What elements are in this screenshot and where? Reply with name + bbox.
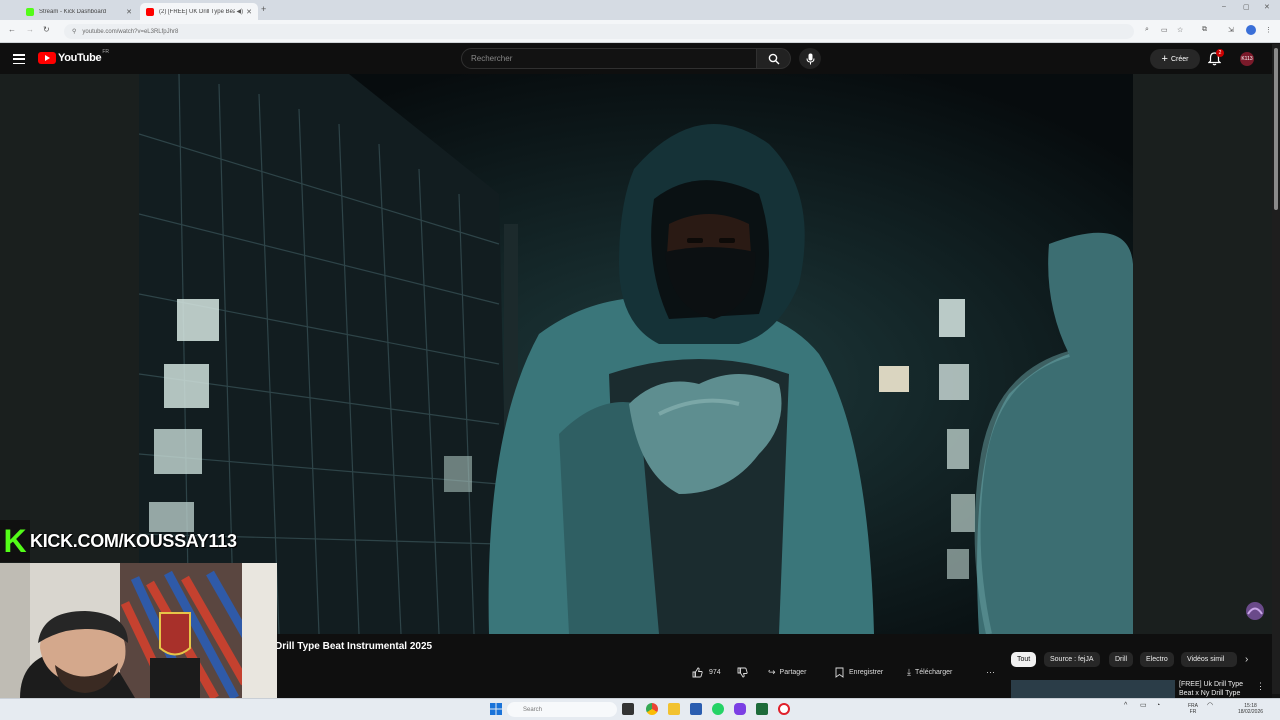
chrome-icon[interactable]	[646, 703, 658, 715]
youtube-wordmark: YouTube	[58, 52, 102, 64]
whatsapp-icon[interactable]	[712, 703, 724, 715]
app-icon[interactable]	[690, 703, 702, 715]
minimize-button[interactable]: –	[1222, 3, 1226, 10]
search-icon	[768, 53, 779, 64]
tray-app-icon[interactable]: ◔	[1156, 702, 1160, 709]
more-actions-button[interactable]: ···	[986, 664, 995, 680]
youtube-header: YouTube FR Rechercher + Créer 2 K113	[0, 44, 1272, 74]
plus-icon: +	[1161, 53, 1168, 65]
webcam-feed-image	[0, 563, 277, 698]
close-window-button[interactable]: ✕	[1264, 3, 1270, 11]
recommended-video-thumbnail[interactable]	[1011, 680, 1175, 698]
save-button[interactable]: Enregistrer	[834, 664, 883, 680]
download-icon: ⤓	[907, 666, 911, 677]
chip-tout[interactable]: Tout	[1011, 652, 1037, 667]
kick-favicon-icon	[26, 7, 34, 16]
chip-source[interactable]: Source : fejJA	[1044, 652, 1100, 667]
address-bar[interactable]: ⚲ youtube.com/watch?v=eL3RLfpJhr8	[64, 24, 1134, 39]
video-player[interactable]	[139, 74, 1133, 634]
video-frame-image	[139, 74, 1133, 634]
opera-icon[interactable]	[778, 703, 790, 715]
tab-title: Stream - Kick Dashboard	[39, 8, 107, 15]
kick-stream-banner: K KICK.COM/KOUSSAY113	[0, 520, 272, 562]
bookmark-star-icon[interactable]: ☆	[1177, 26, 1183, 34]
clock-date: 18/02/2026	[1238, 709, 1264, 715]
recommended-video-title[interactable]: [FREE] Uk Drill Type Beat x Ny Drill Typ…	[1179, 680, 1254, 698]
youtube-play-logo-icon	[38, 52, 56, 64]
extensions-icon[interactable]: ⧉	[1202, 26, 1207, 34]
windows-taskbar: Search ^ ▭ ◔ FRA FR ◠ 15:18 18/02/2026	[0, 698, 1280, 720]
tray-chevron-icon[interactable]: ^	[1124, 702, 1127, 709]
taskbar-search-placeholder: Search	[523, 706, 543, 713]
forward-icon[interactable]: →	[26, 25, 34, 34]
video-title: Drill Type Beat Instrumental 2025	[275, 641, 433, 652]
back-icon[interactable]: ←	[8, 25, 16, 34]
account-avatar[interactable]: K113	[1240, 52, 1254, 66]
browser-profile-avatar[interactable]	[1246, 25, 1256, 35]
save-playlist-icon	[835, 667, 844, 678]
language-indicator[interactable]: FRA FR	[1188, 703, 1198, 715]
taskbar-search-input[interactable]: Search	[507, 702, 617, 717]
browser-menu-icon[interactable]: ⋮	[1265, 26, 1272, 34]
create-button[interactable]: + Créer	[1150, 49, 1200, 69]
app-icon[interactable]	[756, 703, 768, 715]
country-code: FR	[102, 49, 109, 55]
download-indicator-icon[interactable]: ⇲	[1228, 26, 1234, 34]
kick-channel-url: KICK.COM/KOUSSAY113	[30, 530, 237, 551]
browser-toolbar: ← → ↻ ⚲ youtube.com/watch?v=eL3RLfpJhr8 …	[0, 20, 1280, 43]
menu-icon[interactable]	[13, 54, 25, 65]
language-sub: FR	[1189, 709, 1197, 715]
new-tab-button[interactable]: +	[261, 4, 266, 14]
cast-icon[interactable]: ▭	[1161, 26, 1168, 34]
clock[interactable]: 15:18 18/02/2026	[1238, 703, 1263, 715]
chip-electro[interactable]: Electro	[1140, 652, 1174, 667]
thumbs-up-icon	[692, 667, 703, 677]
like-count: 974	[709, 668, 721, 676]
site-info-icon[interactable]: ⚲	[72, 28, 76, 35]
search-placeholder: Rechercher	[471, 54, 513, 63]
windows-start-icon[interactable]	[490, 703, 502, 715]
search-button[interactable]	[757, 48, 791, 69]
share-label: Partager	[779, 668, 807, 676]
scrollbar-thumb[interactable]	[1274, 48, 1278, 210]
microphone-icon	[806, 53, 814, 64]
streamer-webcam	[0, 563, 277, 698]
chip-similar-videos[interactable]: Vidéos simil	[1181, 652, 1237, 667]
tab-title: (2) [FREE] UK Drill Type Bea	[159, 8, 235, 15]
download-button[interactable]: ⤓ Télécharger	[907, 664, 952, 680]
maximize-button[interactable]: ▢	[1243, 3, 1250, 11]
task-view-icon[interactable]	[622, 703, 634, 715]
wifi-icon[interactable]: ◠	[1207, 702, 1213, 709]
recommended-more-icon[interactable]: ⋮	[1256, 681, 1265, 692]
dislike-button[interactable]	[737, 664, 748, 680]
like-button[interactable]: 974	[692, 664, 721, 680]
thumbs-down-icon	[737, 667, 748, 677]
file-explorer-icon[interactable]	[668, 703, 680, 715]
close-tab-icon[interactable]: ✕	[246, 8, 252, 16]
browser-tab-kick[interactable]: Stream - Kick Dashboard ✕	[20, 3, 138, 20]
share-button[interactable]: ↪ Partager	[768, 664, 806, 680]
kick-logo-icon: K	[0, 520, 30, 562]
browser-tab-youtube[interactable]: (2) [FREE] UK Drill Type Bea ◀) ✕	[140, 3, 258, 20]
create-label: Créer	[1170, 55, 1189, 63]
share-icon: ↪	[768, 666, 776, 677]
browser-tab-strip: Stream - Kick Dashboard ✕ (2) [FREE] UK …	[0, 0, 1280, 20]
discord-icon[interactable]	[734, 703, 746, 715]
close-tab-icon[interactable]: ✕	[126, 8, 132, 16]
save-label: Enregistrer	[849, 668, 884, 676]
search-input[interactable]: Rechercher	[461, 48, 757, 69]
tray-app-icon[interactable]: ▭	[1140, 702, 1147, 709]
channel-watermark-icon[interactable]	[1243, 600, 1267, 622]
youtube-logo[interactable]: YouTube FR	[38, 49, 109, 64]
zoom-icon[interactable]: ⌕	[1145, 26, 1149, 34]
chip-drill[interactable]: Drill	[1109, 652, 1134, 667]
youtube-favicon-icon	[146, 7, 154, 16]
chevron-right-icon[interactable]: ›	[1245, 654, 1248, 665]
notification-count-badge: 2	[1216, 49, 1224, 57]
reload-icon[interactable]: ↻	[43, 25, 50, 34]
audio-playing-icon[interactable]: ◀)	[237, 8, 244, 15]
url-text: youtube.com/watch?v=eL3RLfpJhr8	[82, 28, 179, 35]
voice-search-button[interactable]	[799, 48, 821, 69]
download-label: Télécharger	[914, 668, 953, 676]
